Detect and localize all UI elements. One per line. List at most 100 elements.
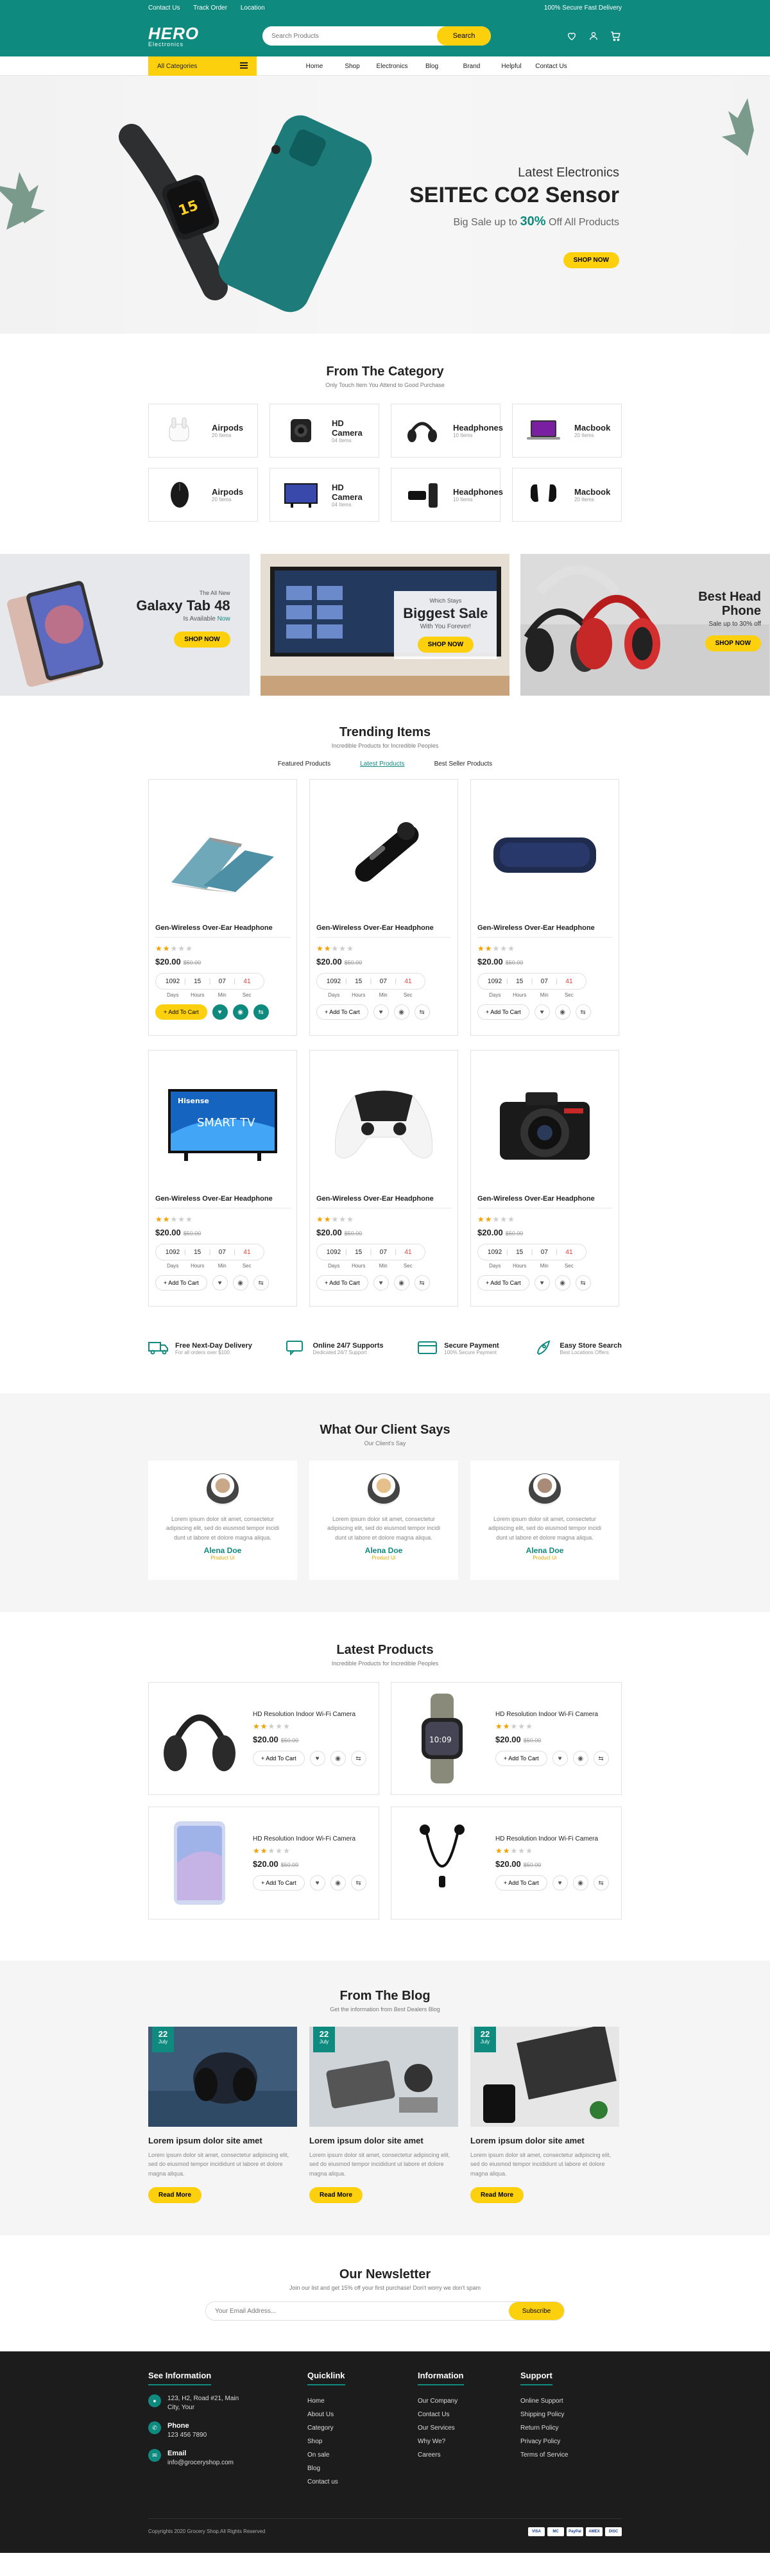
track-order-link[interactable]: Track Order	[193, 4, 227, 12]
wishlist-heart-icon[interactable]: ♥	[309, 1751, 325, 1766]
subscribe-button[interactable]: Subscribe	[509, 2302, 564, 2321]
nav-item-blog[interactable]: Blog	[412, 63, 452, 70]
compare-icon[interactable]: ⇆	[253, 1275, 269, 1291]
quick-view-eye-icon[interactable]: ◉	[393, 1004, 409, 1020]
quick-view-eye-icon[interactable]: ◉	[330, 1751, 346, 1766]
wishlist-heart-icon[interactable]: ♥	[373, 1004, 389, 1020]
category-card[interactable]: Macbook 20 Items	[512, 404, 622, 458]
footer-quicklink-item[interactable]: On sale	[307, 2448, 418, 2462]
wishlist-heart-icon[interactable]: ♥	[534, 1004, 550, 1020]
category-card[interactable]: Macbook 20 Items	[512, 468, 622, 522]
quick-view-eye-icon[interactable]: ◉	[554, 1004, 570, 1020]
tab-featured[interactable]: Featured Products	[278, 760, 330, 768]
location-link[interactable]: Location	[241, 4, 265, 12]
compare-icon[interactable]: ⇆	[253, 1004, 269, 1020]
banner-head-phone[interactable]: Best Head Phone Sale up to 30% off SHOP …	[520, 554, 770, 696]
product-image[interactable]	[400, 1816, 484, 1910]
blog-title[interactable]: Lorem ipsum dolor site amet	[309, 2136, 458, 2145]
product-name[interactable]: HD Resolution Indoor Wi-Fi Camera	[253, 1711, 366, 1718]
quick-view-eye-icon[interactable]: ◉	[393, 1275, 409, 1291]
blog-title[interactable]: Lorem ipsum dolor site amet	[148, 2136, 297, 2145]
add-to-cart-button[interactable]: + Add To Cart	[477, 1275, 529, 1291]
compare-icon[interactable]: ⇆	[593, 1875, 609, 1891]
product-card[interactable]: Gen-Wireless Over-Ear Headphone ★★★★★ $20.…	[470, 779, 619, 1036]
nav-item-contact[interactable]: Contact Us	[531, 63, 571, 70]
nav-item-home[interactable]: Home	[296, 63, 332, 70]
product-image[interactable]	[158, 1816, 241, 1910]
product-name[interactable]: Gen-Wireless Over-Ear Headphone	[477, 924, 612, 938]
hero-shop-button[interactable]: SHOP NOW	[563, 252, 619, 268]
read-more-button[interactable]: Read More	[148, 2187, 202, 2204]
product-name[interactable]: HD Resolution Indoor Wi-Fi Camera	[495, 1835, 609, 1842]
footer-support-item[interactable]: Privacy Policy	[520, 2435, 622, 2448]
blog-image[interactable]: 22 July	[470, 2027, 619, 2127]
wishlist-heart-icon[interactable]: ♥	[212, 1275, 228, 1291]
add-to-cart-button[interactable]: + Add To Cart	[316, 1275, 368, 1291]
footer-quicklink-item[interactable]: Shop	[307, 2435, 418, 2448]
nav-item-helpful[interactable]: Helpful	[492, 63, 531, 70]
footer-quicklink-item[interactable]: Contact us	[307, 2475, 418, 2489]
quick-view-eye-icon[interactable]: ◉	[330, 1875, 346, 1891]
product-card[interactable]: Gen-Wireless Over-Ear Headphone ★★★★★ $20.…	[309, 779, 458, 1036]
quick-view-eye-icon[interactable]: ◉	[572, 1751, 588, 1766]
banner-galaxy-tab[interactable]: The All New Galaxy Tab 48 Is Available N…	[0, 554, 250, 696]
footer-quicklink-item[interactable]: Blog	[307, 2462, 418, 2475]
all-categories-button[interactable]: All Categories	[148, 56, 257, 76]
blog-image[interactable]: 22 July	[148, 2027, 297, 2127]
wishlist-heart-icon[interactable]: ♥	[309, 1875, 325, 1891]
product-name[interactable]: Gen-Wireless Over-Ear Headphone	[155, 1195, 290, 1208]
product-name[interactable]: Gen-Wireless Over-Ear Headphone	[316, 924, 451, 938]
category-card[interactable]: HD Camera 04 Items	[270, 468, 379, 522]
search-input[interactable]	[262, 26, 437, 46]
tab-latest[interactable]: Latest Products	[360, 760, 404, 768]
footer-support-item[interactable]: Online Support	[520, 2394, 622, 2408]
banner-phone-button[interactable]: SHOP NOW	[705, 635, 762, 651]
latest-product-card[interactable]: HD Resolution Indoor Wi-Fi Camera ★★★★★ $2…	[148, 1682, 379, 1795]
banner-galaxy-button[interactable]: SHOP NOW	[174, 631, 230, 648]
add-to-cart-button[interactable]: + Add To Cart	[253, 1875, 305, 1891]
footer-email[interactable]: info@groceryshop.com	[167, 2459, 234, 2466]
product-image[interactable]	[477, 1058, 612, 1190]
product-name[interactable]: Gen-Wireless Over-Ear Headphone	[316, 1195, 451, 1208]
tab-best-seller[interactable]: Best Seller Products	[434, 760, 493, 768]
product-image[interactable]	[316, 1058, 451, 1190]
compare-icon[interactable]: ⇆	[414, 1275, 430, 1291]
product-image[interactable]	[155, 787, 290, 919]
read-more-button[interactable]: Read More	[309, 2187, 363, 2204]
add-to-cart-button[interactable]: + Add To Cart	[477, 1004, 529, 1020]
logo[interactable]: HERO Electronics	[148, 25, 262, 47]
footer-information-item[interactable]: Why We?	[418, 2435, 520, 2448]
nav-item-shop[interactable]: Shop	[332, 63, 372, 70]
product-image[interactable]: Hisense SMART TV	[155, 1058, 290, 1190]
wishlist-heart-icon[interactable]: ♥	[552, 1751, 568, 1766]
newsletter-email-input[interactable]	[206, 2302, 509, 2321]
footer-support-item[interactable]: Return Policy	[520, 2421, 622, 2435]
cart-icon[interactable]	[609, 30, 622, 42]
compare-icon[interactable]: ⇆	[575, 1004, 591, 1020]
blog-title[interactable]: Lorem ipsum dolor site amet	[470, 2136, 619, 2145]
product-card[interactable]: Gen-Wireless Over-Ear Headphone ★★★★★ $20.…	[148, 779, 297, 1036]
product-card[interactable]: Gen-Wireless Over-Ear Headphone ★★★★★ $20.…	[470, 1050, 619, 1307]
add-to-cart-button[interactable]: + Add To Cart	[155, 1275, 207, 1291]
category-card[interactable]: Airpods 20 Items	[148, 468, 258, 522]
add-to-cart-button[interactable]: + Add To Cart	[253, 1751, 305, 1766]
compare-icon[interactable]: ⇆	[414, 1004, 430, 1020]
footer-quicklink-item[interactable]: About Us	[307, 2408, 418, 2421]
wishlist-heart-icon[interactable]: ♥	[552, 1875, 568, 1891]
latest-product-card[interactable]: 10:09 HD Resolution Indoor Wi-Fi Camera ★★…	[391, 1682, 622, 1795]
add-to-cart-button[interactable]: + Add To Cart	[495, 1751, 547, 1766]
quick-view-eye-icon[interactable]: ◉	[572, 1875, 588, 1891]
footer-support-item[interactable]: Terms of Service	[520, 2448, 622, 2462]
category-card[interactable]: Headphones 10 Items	[391, 468, 503, 522]
quick-view-eye-icon[interactable]: ◉	[232, 1275, 248, 1291]
category-card[interactable]: Headphones 10 Items	[391, 404, 503, 458]
compare-icon[interactable]: ⇆	[593, 1751, 609, 1766]
footer-information-item[interactable]: Our Services	[418, 2421, 520, 2435]
quick-view-eye-icon[interactable]: ◉	[232, 1004, 248, 1020]
wishlist-heart-icon[interactable]: ♥	[534, 1275, 550, 1291]
wishlist-heart-icon[interactable]: ♥	[373, 1275, 389, 1291]
product-image[interactable]: 10:09	[400, 1692, 484, 1785]
footer-information-item[interactable]: Our Company	[418, 2394, 520, 2408]
product-image[interactable]	[477, 787, 612, 919]
quick-view-eye-icon[interactable]: ◉	[554, 1275, 570, 1291]
